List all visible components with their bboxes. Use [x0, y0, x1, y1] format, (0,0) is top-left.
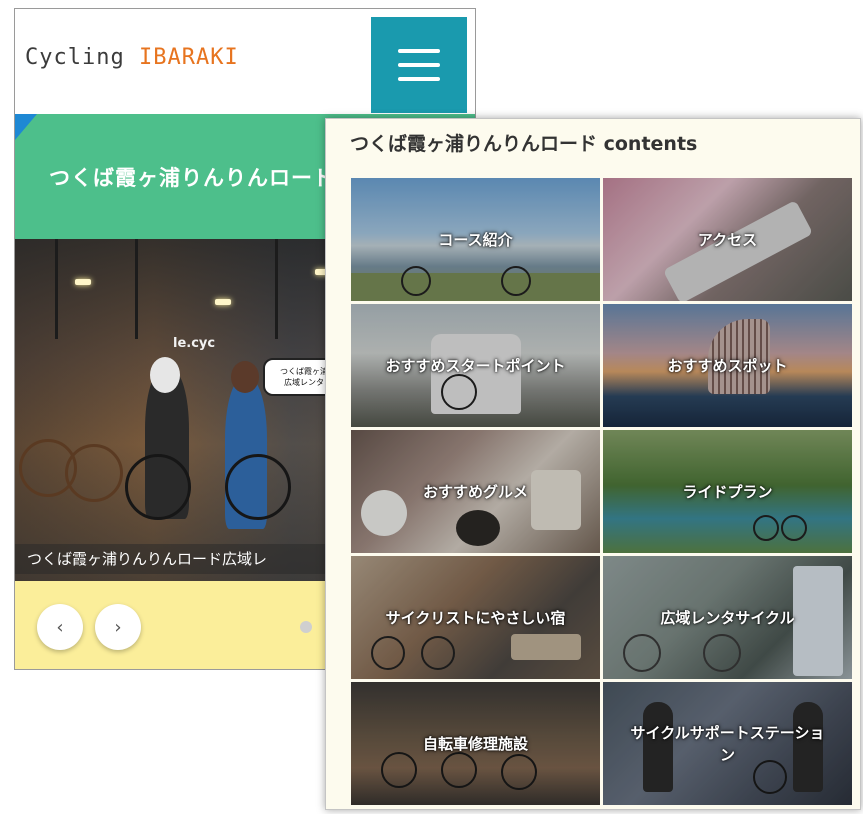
chevron-right-icon: ›	[114, 616, 122, 638]
tile-label: サイクリストにやさしい宿	[385, 608, 566, 627]
bicycle-wheel	[125, 454, 191, 520]
tile-label: おすすめグルメ	[422, 482, 528, 501]
slide-caption: つくば霞ヶ浦りんりんロード広域レ	[27, 550, 268, 568]
tile-access[interactable]: アクセス	[603, 178, 852, 301]
tile-label: アクセス	[697, 230, 758, 249]
site-header: Cycling IBARAKI	[15, 9, 475, 114]
tile-start-point[interactable]: おすすめスタートポイント	[351, 304, 600, 427]
ceiling-light	[75, 279, 91, 285]
hamburger-menu-icon-bar	[398, 77, 440, 81]
carousel-dot[interactable]	[300, 621, 312, 633]
tile-rental-cycle[interactable]: 広域レンタサイクル	[603, 556, 852, 679]
carousel-prev-button[interactable]: ‹	[37, 604, 83, 650]
tile-repair-facility[interactable]: 自転車修理施設	[351, 682, 600, 805]
hamburger-menu-button[interactable]	[371, 17, 467, 113]
bicycle-wheel	[65, 444, 123, 502]
logo-text: Cycling	[25, 45, 139, 70]
person-staff-head	[150, 357, 180, 393]
tile-label: サイクルサポートステーション	[630, 723, 825, 764]
tile-label: おすすめスタートポイント	[385, 356, 566, 375]
contents-screen: つくば霞ヶ浦りんりんロード contents コース紹介 アクセス おすすめスタ…	[325, 118, 861, 810]
banner-corner-stripe	[15, 114, 37, 140]
tile-gourmet[interactable]: おすすめグルメ	[351, 430, 600, 553]
tile-ride-plan[interactable]: ライドプラン	[603, 430, 852, 553]
ceiling-beam	[135, 239, 138, 339]
logo-accent-text: IBARAKI	[138, 45, 239, 70]
hamburger-menu-icon	[398, 49, 440, 53]
ceiling-light	[215, 299, 231, 305]
tile-label: コース紹介	[438, 230, 513, 249]
site-logo[interactable]: Cycling IBARAKI	[25, 45, 239, 70]
person-customer-head	[231, 361, 259, 393]
ceiling-beam	[55, 239, 58, 339]
tile-course[interactable]: コース紹介	[351, 178, 600, 301]
carousel-next-button[interactable]: ›	[95, 604, 141, 650]
tile-support-station[interactable]: サイクルサポートステーション	[603, 682, 852, 805]
tile-label: おすすめスポット	[667, 356, 788, 375]
bicycle-wheel	[225, 454, 291, 520]
contents-title: つくば霞ヶ浦りんりんロード contents	[350, 133, 698, 155]
tile-label: ライドプラン	[682, 482, 773, 501]
contents-grid: コース紹介 アクセス おすすめスタートポイント おすすめスポット おすすめグルメ	[351, 178, 852, 809]
shop-sign-text: le.cyc	[173, 336, 216, 351]
tile-label: 自転車修理施設	[422, 734, 528, 753]
tile-spot[interactable]: おすすめスポット	[603, 304, 852, 427]
tile-label: 広域レンタサイクル	[660, 608, 795, 627]
ceiling-beam	[275, 239, 278, 339]
chevron-left-icon: ‹	[56, 616, 64, 638]
banner-title: つくば霞ヶ浦りんりんロード	[49, 166, 335, 190]
hamburger-menu-icon-bar	[398, 63, 440, 67]
tile-cyclist-inn[interactable]: サイクリストにやさしい宿	[351, 556, 600, 679]
